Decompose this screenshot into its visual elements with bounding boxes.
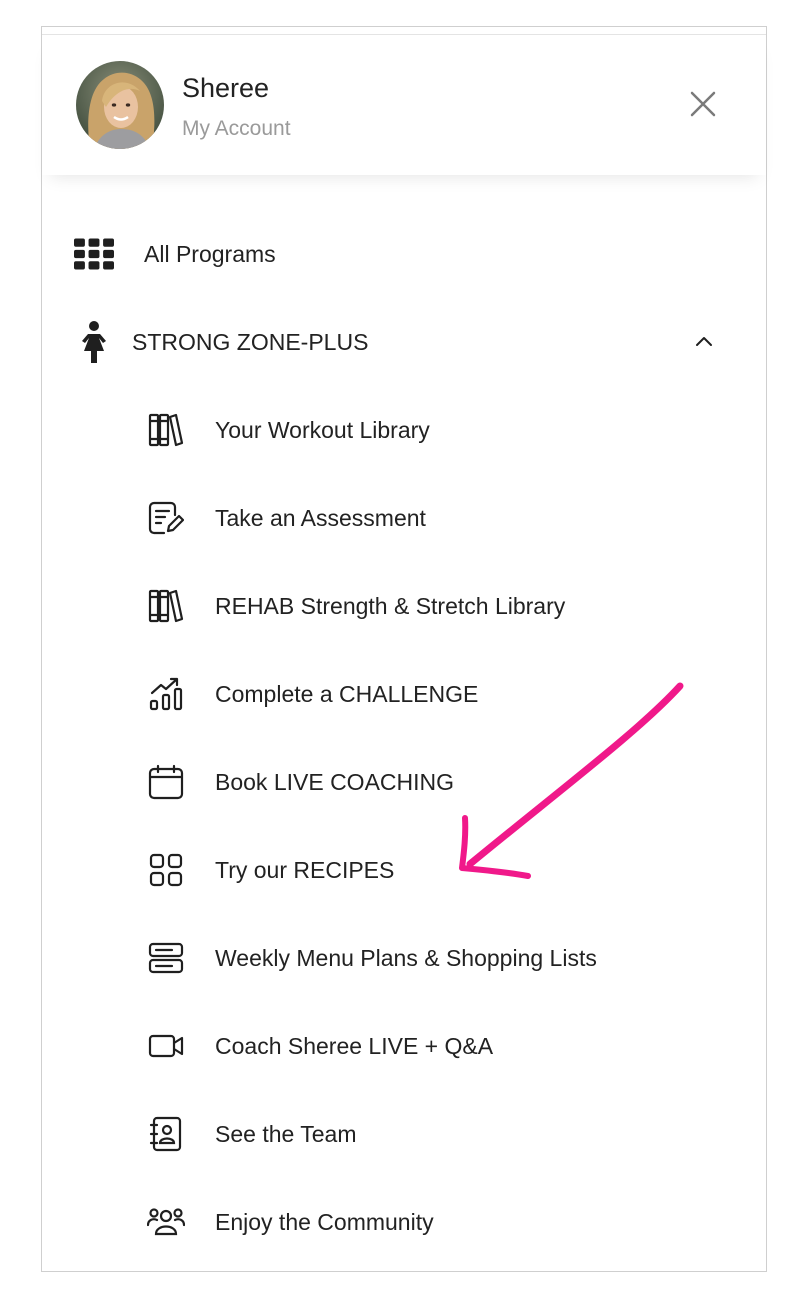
menu-item-menu-plans[interactable]: Weekly Menu Plans & Shopping Lists xyxy=(42,928,766,988)
menu-section-strong-zone-plus[interactable]: STRONG ZONE-PLUS xyxy=(42,312,766,372)
calendar-icon xyxy=(146,762,186,802)
menu-item-challenge[interactable]: Complete a CHALLENGE xyxy=(42,664,766,724)
menu-item-workout-library[interactable]: Your Workout Library xyxy=(42,400,766,460)
account-header: Sheree My Account xyxy=(42,35,766,175)
menu-item-label: Coach Sheree LIVE + Q&A xyxy=(215,1032,494,1059)
video-camera-icon xyxy=(146,1026,186,1066)
menu-item-rehab-library[interactable]: REHAB Strength & Stretch Library xyxy=(42,576,766,636)
menu-item-coach-live[interactable]: Coach Sheree LIVE + Q&A xyxy=(42,1016,766,1076)
menu-item-label: Try our RECIPES xyxy=(215,856,395,883)
menu-item-all-programs[interactable]: All Programs xyxy=(42,224,766,284)
server-stack-icon xyxy=(146,938,186,978)
chevron-up-icon[interactable] xyxy=(692,330,716,354)
menu-item-label: See the Team xyxy=(215,1120,357,1147)
menu-item-live-coaching[interactable]: Book LIVE COACHING xyxy=(42,752,766,812)
books-icon xyxy=(146,586,186,626)
close-icon xyxy=(690,91,716,117)
contact-book-icon xyxy=(146,1114,186,1154)
users-group-icon xyxy=(146,1202,186,1242)
menu-item-label: Complete a CHALLENGE xyxy=(215,680,479,707)
navigation-drawer: Sheree My Account All Programs STRONG ZO… xyxy=(41,26,767,1272)
menu-item-label: Your Workout Library xyxy=(215,416,430,443)
menu-item-recipes[interactable]: Try our RECIPES xyxy=(42,840,766,900)
menu-item-label: Take an Assessment xyxy=(215,504,426,531)
menu-item-label: Book LIVE COACHING xyxy=(215,768,455,795)
form-edit-icon xyxy=(146,498,186,538)
menu-item-community[interactable]: Enjoy the Community xyxy=(42,1192,766,1252)
chart-trend-icon xyxy=(146,674,186,714)
books-icon xyxy=(146,410,186,450)
menu-item-take-assessment[interactable]: Take an Assessment xyxy=(42,488,766,548)
person-icon xyxy=(74,321,114,363)
menu-item-label: REHAB Strength & Stretch Library xyxy=(215,592,566,619)
menu-item-label: Weekly Menu Plans & Shopping Lists xyxy=(215,944,597,971)
menu-item-see-team[interactable]: See the Team xyxy=(42,1104,766,1164)
menu-item-label: All Programs xyxy=(144,240,276,267)
close-button[interactable] xyxy=(686,87,720,121)
apps-grid-icon xyxy=(146,850,186,890)
menu-section-label: STRONG ZONE-PLUS xyxy=(132,328,369,355)
user-name: Sheree xyxy=(182,73,270,103)
grid-dots-icon xyxy=(74,234,114,274)
my-account-link[interactable]: My Account xyxy=(182,117,291,141)
avatar[interactable] xyxy=(76,61,164,149)
menu-item-label: Enjoy the Community xyxy=(215,1208,434,1235)
